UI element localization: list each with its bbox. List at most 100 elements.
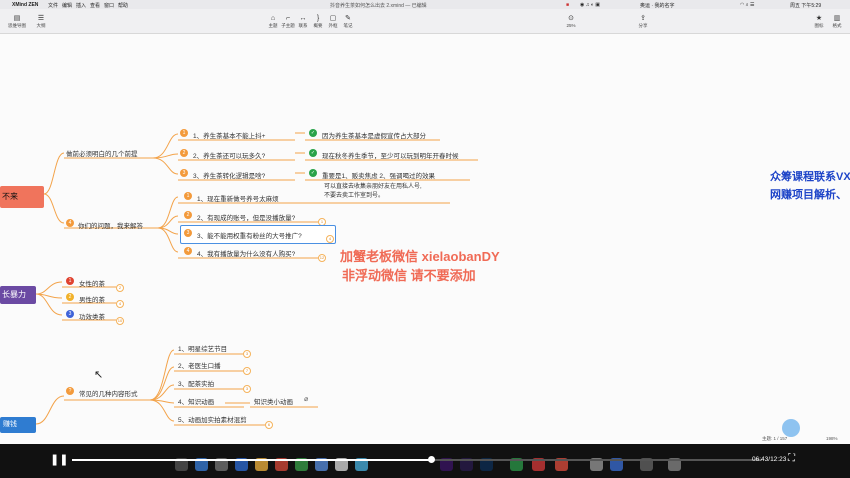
main-topic-3[interactable]: 赚钱: [0, 417, 36, 433]
video-progress-fill: [72, 459, 431, 461]
topic-function-tea[interactable]: 功效类茶: [79, 311, 105, 321]
watermark-2: 网赚项目解析、: [770, 189, 847, 201]
menu-view[interactable]: 查看: [90, 2, 100, 9]
topic-b2-3[interactable]: 3、能不能用权重有粉丝的大号推广?: [197, 230, 302, 240]
topic-count: 主题: 1 / 157: [762, 436, 788, 441]
mindmap-view-button[interactable]: ▤ 思维导图: [6, 14, 28, 29]
priority-badge: 1: [66, 277, 74, 285]
main-topic-1[interactable]: 不来: [0, 186, 44, 208]
clock: 周五 下午5:29: [790, 2, 822, 9]
video-player-bar: [0, 444, 850, 478]
icon-panel-label: 图标: [814, 23, 824, 28]
menu-help[interactable]: 帮助: [118, 2, 128, 9]
priority-badge: ?: [66, 387, 74, 395]
priority-badge: 4: [184, 247, 192, 255]
topic-b1-3[interactable]: 3、养生茶转化逻辑是啥?: [193, 170, 265, 180]
main-topic-2[interactable]: 长暴力: [0, 286, 36, 304]
share-icon: ⇪: [640, 15, 646, 22]
topic-b4-2[interactable]: 2、老医生口播: [178, 360, 221, 370]
window-title: 抖音养生茶如何怎么出去 2.xmind — 已编辑: [330, 2, 427, 9]
priority-badge: 1: [180, 129, 188, 137]
topic-b4-1[interactable]: 1、明星综艺节目: [178, 343, 227, 353]
mindmap-canvas[interactable]: 不来 长暴力 赚钱 做前必须明白的几个前提 1 1、养生茶基本不能上抖+ ✓ 因…: [0, 34, 850, 444]
app-menu[interactable]: XMind ZEN: [12, 2, 38, 8]
topic-b2-4[interactable]: 4、我有播放量为什么没有人购买?: [197, 248, 295, 258]
zoom-status: 198%: [826, 436, 838, 441]
note-b1-3[interactable]: 重要是1、贩卖焦虑 2、强调喝过的效果: [322, 170, 435, 180]
attachment-icon[interactable]: ⌀: [304, 395, 308, 403]
mindmap-icon: ▤: [13, 15, 21, 22]
priority-badge: 2: [184, 211, 192, 219]
outline-icon: ☰: [37, 15, 45, 22]
collapse-count[interactable]: 4: [116, 300, 124, 308]
collapse-count[interactable]: 7: [243, 367, 251, 375]
priority-badge: 1: [184, 192, 192, 200]
collapse-count[interactable]: 4: [326, 235, 334, 243]
menu-edit[interactable]: 编辑: [62, 2, 72, 9]
share-label: 分享: [638, 23, 648, 28]
topic-male-tea[interactable]: 男性的茶: [79, 294, 105, 304]
priority-badge: 3: [184, 229, 192, 237]
note-b2-line1[interactable]: 可以直接去收集亲朋好友在用私人号,: [324, 183, 422, 192]
check-icon: ✓: [309, 129, 317, 137]
priority-badge: 4: [66, 219, 74, 227]
collapse-count[interactable]: 2: [116, 284, 124, 292]
note-b1-2[interactable]: 现在秋冬养生季节，至少可以玩到明年开春时候: [322, 150, 459, 160]
priority-badge: 2: [180, 149, 188, 157]
record-icon: ■: [566, 1, 570, 8]
connector-lines: [35, 132, 478, 426]
pause-icon[interactable]: ❚❚: [50, 453, 68, 466]
priority-badge: 3: [180, 169, 188, 177]
toolbar: ▤ 思维导图 ☰ 大纲 ⌂ 主题 ⌐ 子主题 ↔ 联系 } 概要 ▢ 外框 ✎ …: [0, 9, 850, 34]
format-panel-button[interactable]: ▥ 格式: [826, 14, 848, 29]
overlay-red-text-2: 非浮动微信 请不要添加: [342, 268, 476, 283]
collapse-count[interactable]: 10: [116, 317, 124, 325]
zoom-label: 25%: [566, 23, 576, 28]
topic-b4-5[interactable]: 5、动画加实拍素材混剪: [178, 414, 247, 424]
menubar-user: 奥运 · 我的名字: [640, 2, 675, 9]
branch-content-forms[interactable]: 常见的几种内容形式: [79, 388, 138, 398]
topic-b2-1[interactable]: 1、现在重新做号养号太麻烦: [197, 193, 279, 203]
floating-bubble-icon[interactable]: [782, 419, 800, 437]
priority-badge: 3: [66, 310, 74, 318]
topic-knowledge-animation[interactable]: 知识类小动画: [254, 396, 293, 406]
topic-b1-1[interactable]: 1、养生茶基本不能上抖+: [193, 130, 265, 140]
priority-badge: 2: [66, 293, 74, 301]
menu-window[interactable]: 窗口: [104, 2, 114, 9]
collapse-count[interactable]: 3: [243, 350, 251, 358]
watermark-1: 众筹课程联系VX: [770, 171, 850, 183]
check-icon: ✓: [309, 169, 317, 177]
collapse-count[interactable]: 3: [243, 385, 251, 393]
topic-b4-3[interactable]: 3、配茶实拍: [178, 378, 214, 388]
zoom-icon: ⊙: [568, 15, 574, 22]
format-icon: ▥: [833, 15, 841, 22]
notes-icon: ✎: [345, 15, 351, 22]
video-time: 06:43/12:23: [752, 456, 787, 463]
share-button[interactable]: ⇪ 分享: [632, 14, 654, 29]
branch-qa[interactable]: 你们的问题，我来解答: [78, 220, 143, 230]
notes-label: 笔记: [343, 23, 353, 28]
branch-prerequisites[interactable]: 做前必须明白的几个前提: [66, 148, 138, 158]
menu-insert[interactable]: 插入: [76, 2, 86, 9]
video-progress-handle[interactable]: [427, 456, 435, 463]
check-icon: ✓: [309, 149, 317, 157]
fullscreen-icon[interactable]: ⛶: [788, 453, 795, 464]
note-b1-1[interactable]: 因为养生茶基本是虚假宣传占大部分: [322, 130, 426, 140]
notes-button[interactable]: ✎ 笔记: [337, 14, 359, 29]
outline-view-label: 大纲: [36, 23, 46, 28]
status-icons: ◉ ♫ ◐ ▣: [580, 1, 601, 8]
topic-b4-4[interactable]: 4、知识动画: [178, 396, 214, 406]
format-panel-label: 格式: [832, 23, 842, 28]
collapse-count[interactable]: 6: [265, 421, 273, 429]
topic-b1-2[interactable]: 2、养生茶还可以玩多久?: [193, 150, 265, 160]
collapse-count[interactable]: 12: [318, 254, 326, 262]
note-b2-line2[interactable]: 不要去卖工作室到号。: [324, 192, 384, 201]
outline-view-button[interactable]: ☰ 大纲: [30, 14, 52, 29]
menu-bar: XMind ZEN 文件 编辑 插入 查看 窗口 帮助 抖音养生茶如何怎么出去 …: [0, 0, 850, 9]
overlay-red-text-1: 加蟹老板微信 xielaobanDY: [340, 249, 500, 264]
menu-file[interactable]: 文件: [48, 2, 58, 9]
topic-female-tea[interactable]: 女性的茶: [79, 278, 105, 288]
topic-b2-2[interactable]: 2、有现成的账号，但是没播放量?: [197, 212, 295, 222]
zoom-control[interactable]: ⊙ 25%: [560, 14, 582, 28]
wifi-icon: ◠ ⌕ ☰: [740, 1, 755, 8]
